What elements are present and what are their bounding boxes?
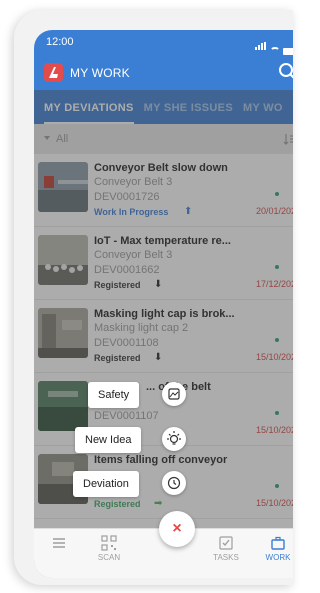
checkbox-icon [219,536,233,550]
new-idea-label[interactable]: New Idea [75,427,142,453]
safety-label[interactable]: Safety [88,382,140,408]
status-bar: 12:00 [34,30,293,56]
briefcase-icon [271,536,285,550]
image-report-icon [168,388,180,400]
menu-icon [53,538,65,548]
clock-icon [167,476,181,490]
new-idea-button[interactable] [162,427,186,451]
deviation-button[interactable] [162,471,186,495]
app-title: MY WORK [70,66,130,80]
battery-icon [283,48,293,55]
lightbulb-icon [167,431,181,445]
signal-icon [255,37,267,55]
status-time: 12:00 [46,36,74,48]
system-icons [255,37,293,55]
nav-work-label: WORK [265,553,291,562]
app-screen: 12:00 MY WORK MY DEVIATIONS MY SHE ISSUE… [34,30,293,578]
close-menu-button[interactable]: × [159,511,195,547]
nav-scan[interactable]: SCAN [84,535,134,562]
qr-code-icon [101,535,117,551]
nav-work[interactable]: WORK [253,535,293,562]
wifi-icon [270,47,280,55]
nav-scan-label: SCAN [97,553,121,562]
close-icon: × [172,520,182,537]
nav-tasks[interactable]: TASKS [201,535,251,562]
nav-menu[interactable] [34,535,84,553]
phone-frame: 12:00 MY WORK MY DEVIATIONS MY SHE ISSUE… [14,10,293,585]
search-icon[interactable] [277,61,293,83]
app-logo-icon [44,63,63,82]
nav-tasks-label: TASKS [213,553,239,562]
safety-button[interactable] [162,382,186,406]
deviation-label[interactable]: Deviation [73,471,139,497]
app-bar: MY WORK [34,56,293,90]
menu-backdrop[interactable] [34,90,293,578]
